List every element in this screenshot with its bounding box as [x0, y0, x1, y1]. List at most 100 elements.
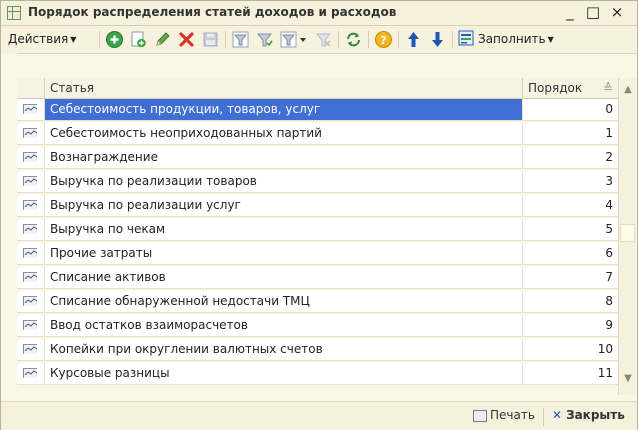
item-icon: [23, 128, 37, 138]
move-down-icon: [432, 32, 443, 47]
vertical-scrollbar[interactable]: ▲ ▼: [618, 78, 637, 395]
toolbar-separator: [452, 31, 453, 48]
cell-name: Копейки при округлении валютных счетов: [45, 339, 523, 360]
cell-name: Списание активов: [45, 267, 523, 288]
cell-order: 0: [605, 102, 613, 116]
toolbar-separator: [99, 31, 100, 48]
item-icon: [23, 368, 37, 378]
item-icon: [23, 272, 37, 282]
close-button[interactable]: ✕ Закрыть: [552, 408, 625, 422]
window-title: Порядок распределения статей доходов и р…: [28, 5, 397, 19]
delete-button[interactable]: [177, 30, 196, 49]
table-row[interactable]: Выручка по реализации услуг 4: [17, 195, 622, 217]
cell-order: 4: [605, 198, 613, 212]
refresh-button[interactable]: [344, 30, 363, 49]
row-icon-cell: [17, 243, 45, 264]
table-row[interactable]: Выручка по реализации товаров 3: [17, 171, 622, 193]
table-row[interactable]: Себестоимость продукции, товаров, услуг 0: [17, 99, 622, 121]
cell-name: Выручка по реализации услуг: [45, 195, 523, 216]
toolbar: Действия ▼ ? Заполнить ▼: [1, 26, 637, 54]
add-icon: [106, 31, 123, 48]
fill-icon: [458, 30, 474, 46]
cell-order: 6: [605, 246, 613, 260]
cell-order: 8: [605, 294, 613, 308]
item-icon: [23, 248, 37, 258]
table-row[interactable]: Списание обнаруженной недостачи ТМЦ 8: [17, 291, 622, 313]
row-icon-cell: [17, 171, 45, 192]
row-icon-cell: [17, 147, 45, 168]
table-row[interactable]: Себестоимость неоприходованных партий 1: [17, 123, 622, 145]
cell-name: Курсовые разницы: [45, 363, 523, 384]
row-icon-cell: [17, 219, 45, 240]
row-icon-cell: [17, 363, 45, 384]
table-row[interactable]: Выручка по чекам 5: [17, 219, 622, 241]
fill-label: Заполнить: [478, 32, 546, 46]
move-up-icon: [408, 32, 419, 47]
table-row[interactable]: Вознаграждение 2: [17, 147, 622, 169]
cell-order: 11: [597, 366, 613, 380]
svg-text:?: ?: [380, 34, 386, 47]
item-icon: [23, 296, 37, 306]
actions-menu-button[interactable]: Действия ▼: [8, 30, 76, 49]
table-row[interactable]: Ввод остатков взаиморасчетов 9: [17, 315, 622, 337]
add-button[interactable]: [105, 30, 124, 49]
table-body: Себестоимость продукции, товаров, услуг 0…: [17, 78, 622, 395]
refresh-icon: [347, 32, 360, 47]
item-icon: [23, 104, 37, 114]
copy-button[interactable]: [129, 30, 148, 49]
item-icon: [23, 224, 37, 234]
chevron-down-icon: ▼: [70, 35, 77, 44]
cell-order: 10: [597, 342, 613, 356]
row-icon-cell: [17, 123, 45, 144]
save-button[interactable]: [201, 30, 220, 49]
row-icon-cell: [17, 339, 45, 360]
save-icon: [203, 32, 218, 47]
toolbar-separator: [368, 31, 369, 48]
print-button[interactable]: Печать: [490, 408, 535, 422]
close-icon: ✕: [552, 408, 563, 422]
clear-filter-icon: [315, 33, 332, 47]
cell-order: 9: [605, 318, 613, 332]
footer-separator: [543, 408, 544, 426]
edit-button[interactable]: [153, 30, 172, 49]
cell-order: 3: [605, 174, 613, 188]
filter-icon: [232, 31, 249, 48]
cell-name: Прочие затраты: [45, 243, 523, 264]
cell-order: 2: [605, 150, 613, 164]
print-icon: [473, 410, 487, 422]
move-down-button[interactable]: [428, 30, 447, 49]
filter-settings-button[interactable]: [255, 30, 274, 49]
table-row[interactable]: Прочие затраты 6: [17, 243, 622, 265]
cell-name: Себестоимость продукции, товаров, услуг: [45, 99, 523, 120]
actions-label: Действия: [8, 32, 69, 46]
delete-icon: [179, 32, 194, 47]
cell-name: Ввод остатков взаиморасчетов: [45, 315, 523, 336]
table-row[interactable]: Курсовые разницы 11: [17, 363, 622, 385]
table-row[interactable]: Списание активов 7: [17, 267, 622, 289]
toolbar-separator: [398, 31, 399, 48]
clear-filter-button[interactable]: [314, 30, 333, 49]
chevron-down-icon: ▼: [547, 35, 554, 44]
cell-name: Выручка по чекам: [45, 219, 523, 240]
scroll-down-icon[interactable]: ▼: [623, 374, 633, 384]
cell-name: Выручка по реализации товаров: [45, 171, 523, 192]
row-icon-cell: [17, 267, 45, 288]
item-icon: [23, 320, 37, 330]
scroll-up-icon[interactable]: ▲: [623, 85, 633, 95]
item-icon: [23, 176, 37, 186]
close-window-button[interactable]: ×: [608, 3, 626, 21]
filter-by-value-button[interactable]: [231, 30, 250, 49]
minimize-button[interactable]: _: [561, 3, 579, 21]
scroll-thumb[interactable]: [620, 224, 635, 242]
cell-name: Списание обнаруженной недостачи ТМЦ: [45, 291, 523, 312]
toolbar-separator: [225, 31, 226, 48]
table-row[interactable]: Копейки при округлении валютных счетов 10: [17, 339, 622, 361]
copy-icon: [131, 31, 146, 48]
fill-menu-button[interactable]: Заполнить ▼: [458, 30, 554, 49]
maximize-button[interactable]: □: [584, 3, 602, 21]
help-button[interactable]: ?: [374, 30, 393, 49]
titlebar[interactable]: Порядок распределения статей доходов и р…: [1, 1, 637, 26]
move-up-button[interactable]: [404, 30, 423, 49]
filter-icon: [280, 31, 306, 48]
filter-history-button[interactable]: [279, 30, 309, 49]
